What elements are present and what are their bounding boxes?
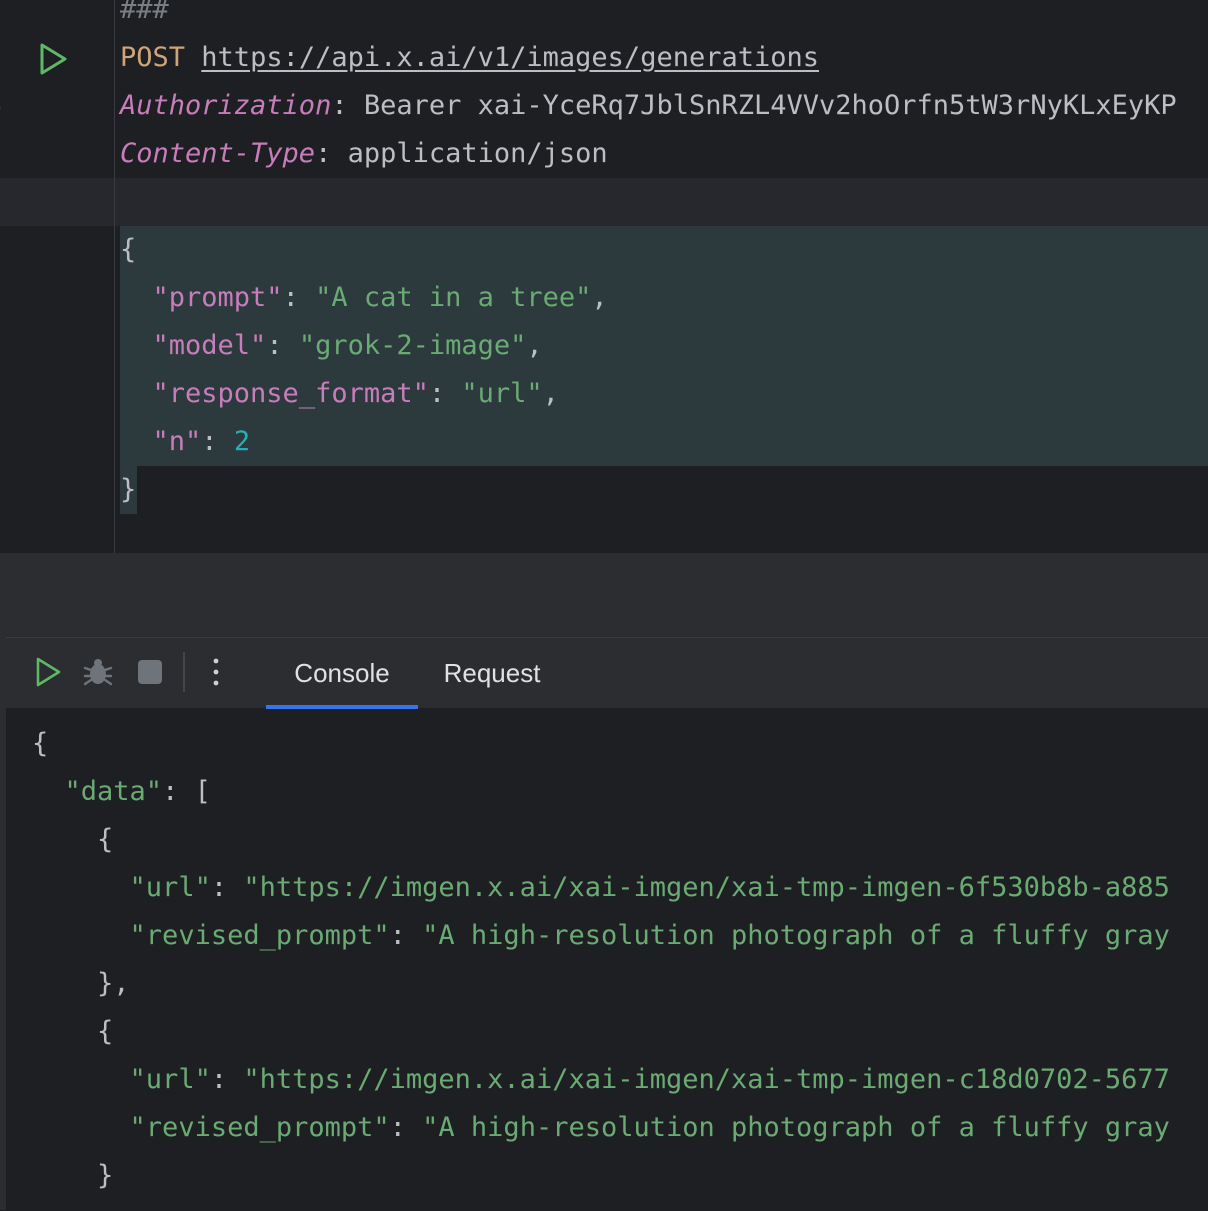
line-number: 4 (0, 82, 26, 130)
line-number: 1 (0, 418, 26, 466)
request-url[interactable]: https://api.x.ai/v1/images/generations (201, 42, 819, 73)
header-line: Authorization: Bearer xai-YceRq7JblSnRZL… (120, 90, 1177, 121)
run-request-icon[interactable] (36, 42, 70, 76)
http-method: POST (120, 42, 186, 73)
console-line: "revised_prompt": "A high-resolution pho… (129, 920, 1170, 951)
more-options-icon[interactable] (200, 656, 232, 688)
tab-console[interactable]: Console (266, 638, 418, 709)
json-key: "model" (152, 330, 267, 361)
console-line: "data": [ (64, 776, 211, 807)
header-value: application/json (347, 138, 608, 169)
line-number: 5 (0, 130, 26, 178)
json-key: "response_format" (152, 378, 429, 409)
http-request-editor[interactable]: 2 3 4 5 6 7 8 9 0 1 2 3 ### POST https:/… (0, 0, 1208, 553)
line-number: 2 (0, 466, 26, 514)
body-field: "model": "grok-2-image", (152, 330, 543, 361)
line-number: 8 (0, 274, 26, 322)
console-line: "revised_prompt": "A high-resolution pho… (129, 1112, 1170, 1143)
console-line: "url": "https://imgen.x.ai/xai-imgen/xai… (129, 872, 1170, 903)
line-number-current: 6 (0, 178, 26, 226)
json-key: "prompt" (152, 282, 283, 313)
line-number: 2 (0, 0, 26, 34)
header-line: Content-Type: application/json (120, 138, 608, 169)
toolbar-separator (183, 652, 185, 692)
console-line: "url": "https://imgen.x.ai/xai-imgen/xai… (129, 1064, 1170, 1095)
body-field: "response_format": "url", (152, 378, 559, 409)
body-close-brace: } (120, 474, 137, 505)
body-field: "n": 2 (152, 426, 251, 457)
console-line: { (32, 1016, 114, 1047)
line-number: 9 (0, 322, 26, 370)
console-line: }, (32, 968, 130, 999)
json-string-value: "grok-2-image" (298, 330, 527, 361)
run-tool-window: Console Request { "data": [ { "url": "ht… (6, 637, 1208, 1211)
request-line: POST https://api.x.ai/v1/images/generati… (120, 34, 819, 82)
gutter-separator (114, 0, 115, 553)
line-number: 3 (0, 514, 26, 553)
tool-window-toolbar: Console Request (6, 638, 1208, 709)
tab-request[interactable]: Request (424, 638, 560, 708)
console-line: } (32, 1160, 114, 1191)
header-name: Content-Type (120, 138, 316, 169)
body-open-brace: { (120, 234, 137, 265)
header-value: Bearer xai-YceRq7JblSnRZL4VVv2hoOrfn5tW3… (363, 90, 1177, 121)
current-line-highlight (0, 178, 1208, 226)
json-key: "n" (152, 426, 202, 457)
console-line: { (32, 728, 49, 759)
line-number: 7 (0, 226, 26, 274)
line-number: 0 (0, 370, 26, 418)
header-name: Authorization (120, 90, 332, 121)
body-field: "prompt": "A cat in a tree", (152, 282, 608, 313)
debug-icon[interactable] (82, 656, 114, 688)
json-string-value: "A cat in a tree" (315, 282, 592, 313)
console-output[interactable]: { "data": [ { "url": "https://imgen.x.ai… (6, 708, 1208, 1211)
console-line: { (32, 824, 114, 855)
stop-icon[interactable] (134, 656, 166, 688)
run-icon[interactable] (32, 656, 64, 688)
line-number: 3 (0, 34, 26, 82)
line-number-gutter: 2 3 4 5 6 7 8 9 0 1 2 3 (0, 0, 115, 553)
json-number-value: 2 (233, 426, 251, 457)
panel-splitter[interactable] (0, 553, 1208, 637)
json-string-value: "url" (461, 378, 543, 409)
request-separator: ### (120, 0, 169, 25)
